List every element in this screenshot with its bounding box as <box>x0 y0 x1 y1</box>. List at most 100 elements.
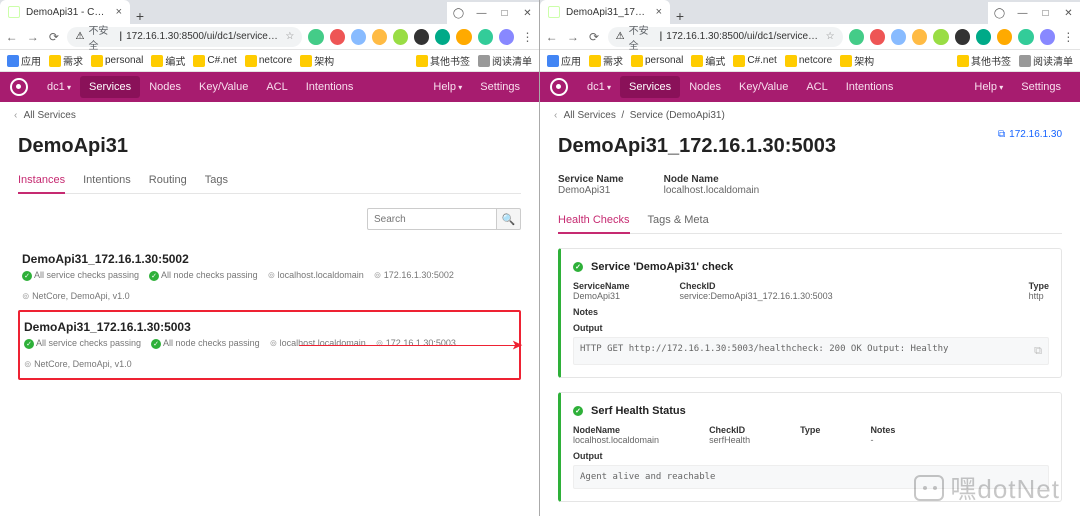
nav-keyvalue[interactable]: Key/Value <box>190 76 257 98</box>
forward-icon[interactable]: → <box>565 29 580 45</box>
menu-icon[interactable]: ⋮ <box>520 29 535 45</box>
new-tab-button[interactable]: + <box>130 8 150 24</box>
ext-icon[interactable] <box>351 29 366 45</box>
ext-icon[interactable] <box>849 29 864 45</box>
tab-intentions[interactable]: Intentions <box>83 168 131 193</box>
ext-icon[interactable] <box>976 29 991 45</box>
menu-icon[interactable]: ⋮ <box>1061 29 1076 45</box>
nav-nodes[interactable]: Nodes <box>140 76 190 98</box>
nav-settings[interactable]: Settings <box>1012 76 1070 98</box>
breadcrumb: ‹ All Services <box>0 102 539 129</box>
maximize-icon[interactable]: □ <box>499 8 510 19</box>
nav-services[interactable]: Services <box>80 76 140 98</box>
minimize-icon[interactable]: — <box>1017 8 1028 19</box>
search-input[interactable] <box>367 208 497 230</box>
bookmark-folder[interactable]: C#.net <box>190 55 239 67</box>
bookmark-folder[interactable]: netcore <box>782 55 835 67</box>
instance-row-selected[interactable]: DemoApi31_172.16.1.30:5003 ✓All service … <box>18 310 521 380</box>
browser-tab[interactable]: DemoApi31_172.16.1.30:5003 × <box>540 0 670 24</box>
bookmark-folder[interactable]: 编式 <box>688 53 728 68</box>
account-icon[interactable]: ◯ <box>453 8 464 19</box>
copy-icon[interactable]: ⧉ <box>1034 344 1042 358</box>
bookmark-folder[interactable]: netcore <box>242 55 295 67</box>
check-ok-icon: ✓ <box>149 271 159 281</box>
ext-icon[interactable] <box>955 29 970 45</box>
new-tab-button[interactable]: + <box>670 8 690 24</box>
ext-icon[interactable] <box>499 29 514 45</box>
bookmark-folder[interactable]: 编式 <box>148 53 188 68</box>
maximize-icon[interactable]: □ <box>1040 8 1051 19</box>
breadcrumb-link[interactable]: All Services <box>564 110 616 121</box>
tab-routing[interactable]: Routing <box>149 168 187 193</box>
bookmark-folder[interactable]: personal <box>88 55 146 67</box>
nav-acl[interactable]: ACL <box>797 76 836 98</box>
apps-button[interactable]: 应用 <box>544 53 584 68</box>
minimize-icon[interactable]: — <box>476 8 487 19</box>
reload-icon[interactable]: ⟳ <box>586 29 601 45</box>
ext-icon[interactable] <box>435 29 450 45</box>
omnibox[interactable]: ⚠ 不安全 | 172.16.1.30:8500/ui/dc1/services… <box>608 27 843 47</box>
forward-icon[interactable]: → <box>25 29 40 45</box>
browser-tab[interactable]: DemoApi31 - Consul × <box>0 0 130 24</box>
tab-tags-meta[interactable]: Tags & Meta <box>648 208 709 233</box>
ext-icon[interactable] <box>478 29 493 45</box>
ext-icon[interactable] <box>330 29 345 45</box>
search-button[interactable]: 🔍 <box>497 208 521 230</box>
nav-settings[interactable]: Settings <box>471 76 529 98</box>
instance-row[interactable]: DemoApi31_172.16.1.30:5002 ✓All service … <box>18 244 521 310</box>
bookmark-folder[interactable]: 需求 <box>46 53 86 68</box>
ext-icon[interactable] <box>456 29 471 45</box>
datacenter-selector[interactable]: dc1 <box>38 76 80 98</box>
star-icon[interactable]: ☆ <box>826 31 835 42</box>
notes-label: Notes <box>573 307 1049 317</box>
account-icon[interactable]: ◯ <box>994 8 1005 19</box>
close-window-icon[interactable]: ✕ <box>522 8 533 19</box>
bookmark-folder[interactable]: 架构 <box>837 53 877 68</box>
close-window-icon[interactable]: ✕ <box>1063 8 1074 19</box>
ext-icon[interactable] <box>1018 29 1033 45</box>
open-address-link[interactable]: ⧉ 172.16.1.30 <box>998 129 1062 140</box>
nav-intentions[interactable]: Intentions <box>837 76 903 98</box>
ext-icon[interactable] <box>891 29 906 45</box>
ext-icon[interactable] <box>414 29 429 45</box>
breadcrumb-link[interactable]: All Services <box>24 110 76 121</box>
nav-acl[interactable]: ACL <box>257 76 296 98</box>
ext-icon[interactable] <box>997 29 1012 45</box>
apps-button[interactable]: 应用 <box>4 53 44 68</box>
nav-help[interactable]: Help <box>965 76 1012 98</box>
bookmark-folder[interactable]: 其他书签 <box>413 53 473 68</box>
tab-tags[interactable]: Tags <box>205 168 228 193</box>
close-icon[interactable]: × <box>656 6 662 18</box>
ext-icon[interactable] <box>933 29 948 45</box>
right-browser-window: DemoApi31_172.16.1.30:5003 × + ◯ — □ ✕ ←… <box>540 0 1080 516</box>
ext-icon[interactable] <box>372 29 387 45</box>
breadcrumb-link[interactable]: Service (DemoApi31) <box>630 110 725 121</box>
datacenter-selector[interactable]: dc1 <box>578 76 620 98</box>
ext-icon[interactable] <box>870 29 885 45</box>
omnibox[interactable]: ⚠ 不安全 | 172.16.1.30:8500/ui/dc1/services… <box>67 27 302 47</box>
nav-nodes[interactable]: Nodes <box>680 76 730 98</box>
ext-icon[interactable] <box>393 29 408 45</box>
close-icon[interactable]: × <box>116 6 122 18</box>
label: Node Name <box>664 174 760 185</box>
ext-icon[interactable] <box>912 29 927 45</box>
nav-intentions[interactable]: Intentions <box>297 76 363 98</box>
ext-icon[interactable] <box>308 29 323 45</box>
nav-services[interactable]: Services <box>620 76 680 98</box>
bookmark-folder[interactable]: 其他书签 <box>954 53 1014 68</box>
ext-icon[interactable] <box>1040 29 1055 45</box>
tab-health-checks[interactable]: Health Checks <box>558 208 630 234</box>
nav-help[interactable]: Help <box>424 76 471 98</box>
bookmark-folder[interactable]: 需求 <box>586 53 626 68</box>
tab-instances[interactable]: Instances <box>18 168 65 194</box>
reading-list[interactable]: 阅读清单 <box>475 53 535 68</box>
bookmark-folder[interactable]: personal <box>628 55 686 67</box>
back-icon[interactable]: ← <box>544 29 559 45</box>
bookmark-folder[interactable]: C#.net <box>730 55 779 67</box>
bookmark-folder[interactable]: 架构 <box>297 53 337 68</box>
star-icon[interactable]: ☆ <box>285 31 294 42</box>
reload-icon[interactable]: ⟳ <box>46 29 61 45</box>
nav-keyvalue[interactable]: Key/Value <box>730 76 797 98</box>
back-icon[interactable]: ← <box>4 29 19 45</box>
reading-list[interactable]: 阅读清单 <box>1016 53 1076 68</box>
